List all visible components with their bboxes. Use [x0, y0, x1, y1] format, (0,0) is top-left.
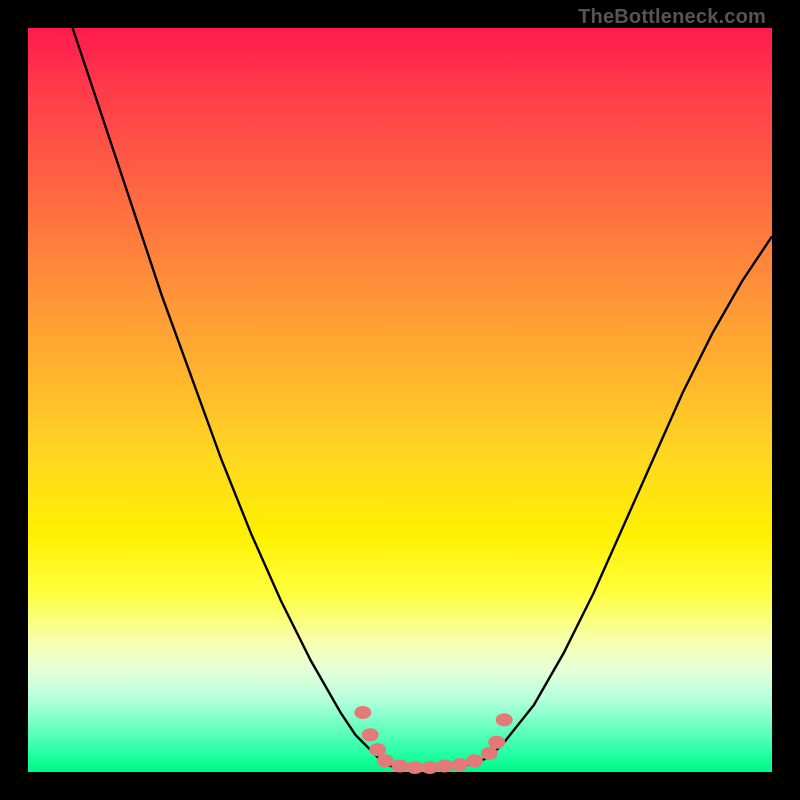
data-marker	[355, 707, 371, 719]
data-marker	[489, 736, 505, 748]
data-marker	[407, 762, 423, 774]
chart-frame: TheBottleneck.com	[0, 0, 800, 800]
data-marker	[370, 744, 386, 756]
bottleneck-curve	[73, 28, 772, 769]
data-marker	[466, 755, 482, 767]
plot-area	[28, 28, 772, 772]
valley-curve	[73, 28, 772, 769]
data-marker	[392, 760, 408, 772]
data-marker	[437, 760, 453, 772]
data-marker	[422, 762, 438, 774]
data-marker	[452, 759, 468, 771]
data-marker	[377, 755, 393, 767]
data-marker	[362, 729, 378, 741]
data-marker	[496, 714, 512, 726]
data-marker	[481, 747, 497, 759]
curve-layer	[28, 28, 772, 772]
watermark-text: TheBottleneck.com	[578, 6, 766, 29]
marker-group	[355, 707, 512, 774]
